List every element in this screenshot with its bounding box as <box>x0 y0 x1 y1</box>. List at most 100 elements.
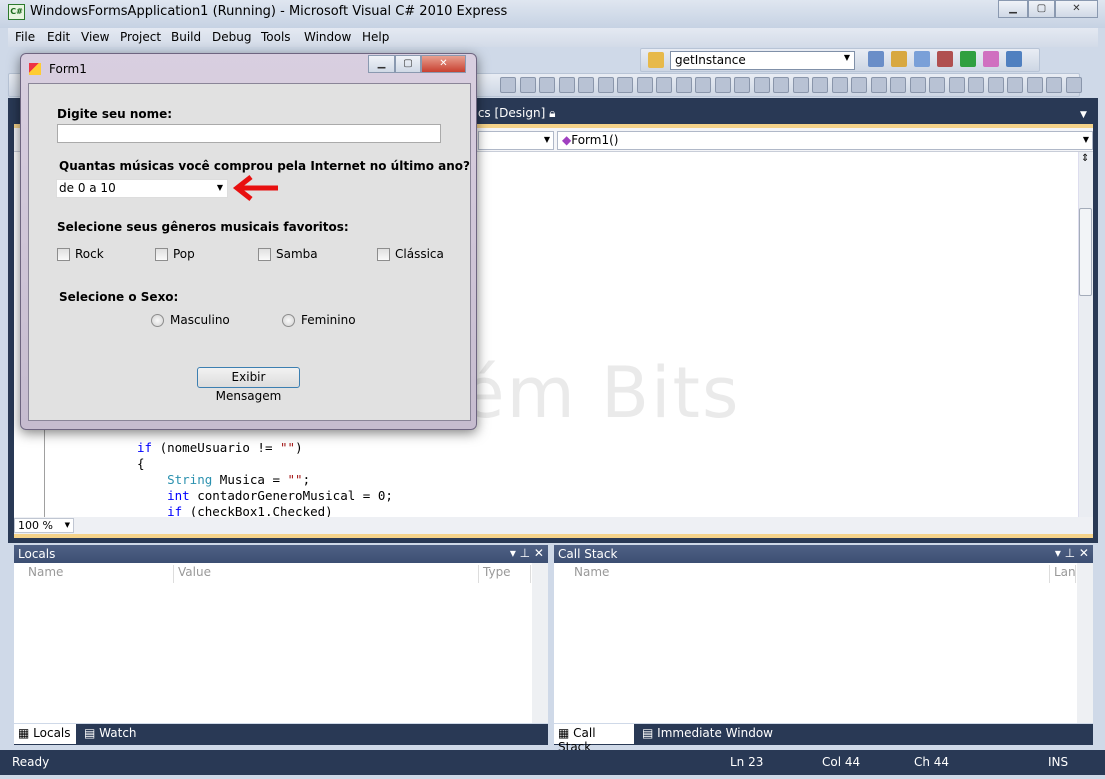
radio-feminino[interactable] <box>282 314 295 327</box>
toolbar-button-icon[interactable] <box>983 51 999 67</box>
layout-button-icon[interactable] <box>734 77 750 93</box>
menu-view[interactable]: View <box>81 30 109 44</box>
layout-button-icon[interactable] <box>1007 77 1023 93</box>
scrollbar-thumb[interactable] <box>1079 208 1092 296</box>
layout-button-icon[interactable] <box>656 77 672 93</box>
layout-button-icon[interactable] <box>636 77 653 93</box>
layout-button-icon[interactable] <box>695 77 711 93</box>
menu-build[interactable]: Build <box>171 30 201 44</box>
layout-button-icon[interactable] <box>617 77 633 93</box>
close-button[interactable]: ✕ <box>1055 0 1098 18</box>
layout-button-icon[interactable] <box>812 77 828 93</box>
tab-call-stack[interactable]: ▦ Call Stack <box>554 724 634 754</box>
tab-dropdown-icon[interactable]: ▼ <box>1080 110 1087 120</box>
layout-button-icon[interactable] <box>597 77 614 93</box>
toolbar-button-icon[interactable] <box>937 51 953 67</box>
layout-button-icon[interactable] <box>929 77 945 93</box>
layout-button-icon[interactable] <box>753 77 770 93</box>
layout-button-icon[interactable] <box>1046 77 1062 93</box>
tab-watch[interactable]: ▤ Watch <box>80 724 141 744</box>
toolbar-button-icon[interactable] <box>1006 51 1022 67</box>
column-type[interactable]: Type <box>479 565 531 583</box>
find-icon[interactable] <box>648 52 664 68</box>
tab-label: Watch <box>99 726 137 740</box>
toolbar-button-icon[interactable] <box>891 51 907 67</box>
tab-locals[interactable]: ▦ Locals <box>14 724 76 744</box>
layout-button-icon[interactable] <box>792 77 809 93</box>
layout-button-icon[interactable] <box>1026 77 1043 93</box>
layout-button-icon[interactable] <box>539 77 555 93</box>
zoom-combo[interactable]: 100 % ▼ <box>14 518 74 533</box>
status-mode: INS <box>1048 755 1069 769</box>
layout-button-icon[interactable] <box>1065 77 1082 93</box>
music-combo[interactable]: de 0 a 10 ▼ <box>56 179 228 198</box>
find-combo[interactable]: getInstance ▼ <box>670 51 855 70</box>
locals-scrollbar[interactable] <box>532 563 548 723</box>
menu-project[interactable]: Project <box>120 30 161 44</box>
zoom-value: 100 % <box>18 519 53 532</box>
toolbar-button-icon[interactable] <box>868 51 884 67</box>
callstack-tabs: ▦ Call Stack ▤ Immediate Window <box>554 724 1093 754</box>
checkbox-rock[interactable] <box>57 248 70 261</box>
member-dropdown[interactable]: ◆Form1() ▼ <box>557 131 1093 150</box>
column-name[interactable]: Name <box>24 565 174 583</box>
form-minimize-button[interactable]: ▁ <box>368 55 395 73</box>
layout-button-icon[interactable] <box>773 77 789 93</box>
layout-button-icon[interactable] <box>500 77 516 93</box>
checkbox-clássica[interactable] <box>377 248 390 261</box>
form-close-button[interactable]: ✕ <box>421 55 466 73</box>
toolbar-button-icon[interactable] <box>960 51 976 67</box>
layout-button-icon[interactable] <box>870 77 887 93</box>
column-lang[interactable]: Lang <box>1050 565 1076 583</box>
name-input[interactable] <box>57 124 441 143</box>
layout-button-icon[interactable] <box>714 77 731 93</box>
layout-button-icon[interactable] <box>558 77 575 93</box>
layout-button-icon[interactable] <box>578 77 594 93</box>
code-token: "" <box>280 440 296 455</box>
layout-button-icon[interactable] <box>890 77 906 93</box>
radio-masculino[interactable] <box>151 314 164 327</box>
music-label: Quantas músicas você comprou pela Intern… <box>59 159 470 173</box>
layout-button-icon[interactable] <box>909 77 926 93</box>
menu-edit[interactable]: Edit <box>47 30 70 44</box>
minimize-button[interactable]: ▁ <box>998 0 1028 18</box>
genres-label: Selecione seus gêneros musicais favorito… <box>57 220 349 234</box>
maximize-button[interactable]: ▢ <box>1028 0 1055 18</box>
layout-button-icon[interactable] <box>968 77 984 93</box>
type-dropdown[interactable]: ▼ <box>478 131 554 150</box>
vertical-scrollbar[interactable] <box>1078 152 1093 517</box>
panel-controls[interactable]: ▾ ⊥ ✕ <box>1055 546 1089 560</box>
split-icon[interactable]: ⇕ <box>1081 153 1089 164</box>
code-line: String Musica = ""; <box>137 472 310 487</box>
horizontal-scrollbar[interactable] <box>14 517 1093 534</box>
code-token: contadorGeneroMusical = 0; <box>189 488 393 503</box>
layout-button-icon[interactable] <box>987 77 1004 93</box>
code-token: ; <box>302 472 311 487</box>
menu-help[interactable]: Help <box>362 30 389 44</box>
callstack-panel: Call Stack ▾ ⊥ ✕ Name Lang ▦ Call Stack ▤… <box>554 545 1093 754</box>
menu-window[interactable]: Window <box>304 30 351 44</box>
tab-form1-design[interactable]: .cs [Design] 🔒︎ <box>474 106 556 124</box>
locals-grid[interactable]: Name Value Type <box>14 563 548 723</box>
panel-controls[interactable]: ▾ ⊥ ✕ <box>510 546 544 560</box>
column-value[interactable]: Value <box>174 565 479 583</box>
callstack-grid[interactable]: Name Lang <box>554 563 1093 723</box>
checkbox-samba[interactable] <box>258 248 271 261</box>
status-char: Ch 44 <box>914 755 950 769</box>
form-maximize-button[interactable]: ▢ <box>395 55 421 73</box>
checkbox-pop[interactable] <box>155 248 168 261</box>
toolbar-button-icon[interactable] <box>914 51 930 67</box>
callstack-scrollbar[interactable] <box>1077 563 1093 723</box>
menu-file[interactable]: File <box>15 30 35 44</box>
menu-tools[interactable]: Tools <box>261 30 291 44</box>
layout-button-icon[interactable] <box>948 77 965 93</box>
menu-debug[interactable]: Debug <box>212 30 251 44</box>
layout-button-icon[interactable] <box>675 77 692 93</box>
tab-immediate-window[interactable]: ▤ Immediate Window <box>638 724 777 744</box>
column-name[interactable]: Name <box>570 565 1050 583</box>
layout-button-icon[interactable] <box>831 77 848 93</box>
exibir-mensagem-button[interactable]: Exibir Mensagem <box>197 367 300 403</box>
layout-button-icon[interactable] <box>851 77 867 93</box>
layout-button-icon[interactable] <box>519 77 536 93</box>
